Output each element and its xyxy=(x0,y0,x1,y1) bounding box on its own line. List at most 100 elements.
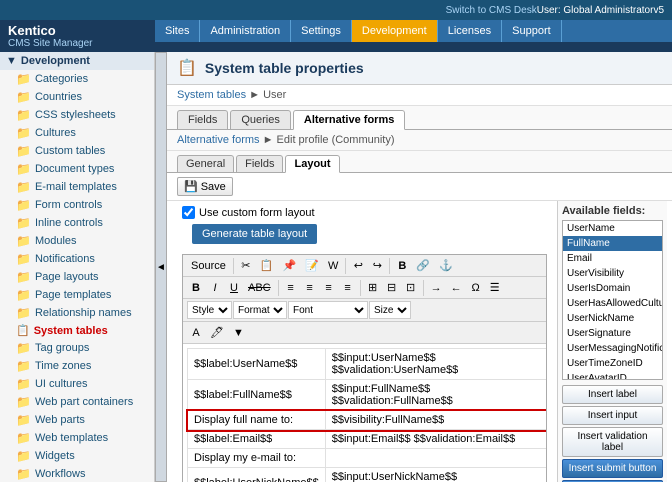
field-item-usertimezone[interactable]: UserTimeZoneID xyxy=(563,356,662,371)
subtab-general[interactable]: General xyxy=(177,155,234,172)
nav-licenses[interactable]: Licenses xyxy=(438,20,502,42)
bg-color-btn[interactable]: 🖊 xyxy=(206,324,228,341)
field-item-useravatarid[interactable]: UserAvatarID xyxy=(563,371,662,380)
insert-validation-button[interactable]: Insert validation label xyxy=(562,427,663,457)
paste-button[interactable]: 📌 xyxy=(279,257,301,274)
field-list[interactable]: UserName FullName Email UserVisibility U… xyxy=(562,220,663,380)
font-select[interactable]: Font xyxy=(288,301,368,319)
sidebar-item-custom-tables[interactable]: 📁Custom tables xyxy=(0,142,154,160)
nav-development[interactable]: Development xyxy=(352,20,438,42)
paste-text-button[interactable]: 📝 xyxy=(301,257,323,274)
sidebar-item-countries[interactable]: 📁Countries xyxy=(0,88,154,106)
sub-breadcrumb-root-link[interactable]: Alternative forms xyxy=(177,134,260,146)
sidebar-item-email-templates[interactable]: 📁E-mail templates xyxy=(0,178,154,196)
justify-btn[interactable]: ≡ xyxy=(339,280,357,296)
folder-icon: 📁 xyxy=(16,413,31,427)
tab-queries[interactable]: Queries xyxy=(230,110,291,129)
undo-button[interactable]: ↩ xyxy=(349,257,367,274)
sidebar-item-web-templates[interactable]: 📁Web templates xyxy=(0,429,154,447)
copy-button[interactable]: 📋 xyxy=(256,257,278,274)
italic-btn[interactable]: I xyxy=(206,280,224,296)
strikethrough-btn[interactable]: ABC xyxy=(244,280,275,296)
underline-btn[interactable]: U xyxy=(225,280,243,296)
nav-administration[interactable]: Administration xyxy=(200,20,291,42)
bold-btn[interactable]: B xyxy=(187,280,205,296)
insert-visibility-button[interactable]: Insert visibility control xyxy=(562,480,663,482)
sidebar-item-workflows[interactable]: 📁Workflows xyxy=(0,465,154,482)
sidebar-item-page-layouts[interactable]: 📁Page layouts xyxy=(0,268,154,286)
editor-toolbar-row4: A 🖊 ▼ xyxy=(183,322,546,344)
sidebar-item-document-types[interactable]: 📁Document types xyxy=(0,160,154,178)
sidebar-item-system-tables[interactable]: 📋System tables xyxy=(0,322,154,339)
insert-icon-btn[interactable]: ☰ xyxy=(486,279,504,296)
subtab-fields[interactable]: Fields xyxy=(236,155,283,172)
tab-alternative-forms[interactable]: Alternative forms xyxy=(293,110,405,130)
save-button[interactable]: 💾 Save xyxy=(177,177,233,196)
paste-word-button[interactable]: W xyxy=(324,258,342,274)
sidebar-item-inline-controls[interactable]: 📁Inline controls xyxy=(0,214,154,232)
sidebar-item-ui-cultures[interactable]: 📁UI cultures xyxy=(0,375,154,393)
special-char-btn[interactable]: Ω xyxy=(467,280,485,296)
collapse-sidebar-button[interactable]: ◄ xyxy=(155,52,167,482)
sidebar-item-tag-groups[interactable]: 📁Tag groups xyxy=(0,339,154,357)
field-item-usersignature[interactable]: UserSignature xyxy=(563,326,662,341)
nav-sites[interactable]: Sites xyxy=(155,20,200,42)
custom-layout-checkbox[interactable] xyxy=(182,206,195,219)
editor-content-area[interactable]: $$label:UserName$$ $$input:UserName$$$$v… xyxy=(183,344,546,482)
sidebar-item-web-parts[interactable]: 📁Web parts xyxy=(0,411,154,429)
custom-layout-label[interactable]: Use custom form layout xyxy=(182,206,547,219)
link-button[interactable]: 🔗 xyxy=(412,257,434,274)
sidebar-item-page-templates[interactable]: 📁Page templates xyxy=(0,286,154,304)
table-row-btn[interactable]: ⊟ xyxy=(383,279,401,296)
nav-support[interactable]: Support xyxy=(502,20,562,42)
insert-label-button[interactable]: Insert label xyxy=(562,385,663,404)
sidebar-item-form-controls[interactable]: 📁Form controls xyxy=(0,196,154,214)
redo-button[interactable]: ↪ xyxy=(368,257,386,274)
sidebar-item-css[interactable]: 📁CSS stylesheets xyxy=(0,106,154,124)
sidebar-item-time-zones[interactable]: 📁Time zones xyxy=(0,357,154,375)
field-item-usernickname[interactable]: UserNickName xyxy=(563,311,662,326)
sep1 xyxy=(233,258,234,274)
table-col-btn[interactable]: ⊡ xyxy=(402,279,420,296)
table-insert-btn[interactable]: ⊞ xyxy=(364,279,382,296)
sidebar-item-widgets[interactable]: 📁Widgets xyxy=(0,447,154,465)
subtab-layout[interactable]: Layout xyxy=(285,155,339,173)
format-select[interactable]: Format xyxy=(233,301,287,319)
sep3 xyxy=(389,258,390,274)
sidebar-item-modules[interactable]: 📁Modules xyxy=(0,232,154,250)
more-btn[interactable]: ▼ xyxy=(229,325,248,341)
sidebar-item-cultures[interactable]: 📁Cultures xyxy=(0,124,154,142)
outdent-btn[interactable]: ← xyxy=(447,280,466,296)
anchor-button[interactable]: ⚓ xyxy=(435,257,457,274)
breadcrumb-root-link[interactable]: System tables xyxy=(177,89,246,101)
sidebar-item-webpart-containers[interactable]: 📁Web part containers xyxy=(0,393,154,411)
field-item-uservisibility[interactable]: UserVisibility xyxy=(563,266,662,281)
source-button[interactable]: Source xyxy=(187,258,230,274)
logo-name: Kentico xyxy=(8,23,92,38)
tab-fields[interactable]: Fields xyxy=(177,110,228,129)
nav-settings[interactable]: Settings xyxy=(291,20,352,42)
text-color-btn[interactable]: A xyxy=(187,325,205,341)
align-right-btn[interactable]: ≡ xyxy=(320,280,338,296)
cut-button[interactable]: ✂ xyxy=(237,257,255,274)
field-item-userisdomain[interactable]: UserIsDomain xyxy=(563,281,662,296)
field-item-email[interactable]: Email xyxy=(563,251,662,266)
align-center-btn[interactable]: ≡ xyxy=(301,280,319,296)
align-left-btn[interactable]: ≡ xyxy=(282,280,300,296)
bold-button2[interactable]: B xyxy=(393,258,411,274)
switch-cms-desk-link[interactable]: Switch to CMS Desk xyxy=(446,5,537,16)
field-item-fullname[interactable]: FullName xyxy=(563,236,662,251)
generate-table-layout-button[interactable]: Generate table layout xyxy=(192,224,317,244)
field-item-username[interactable]: UserName xyxy=(563,221,662,236)
indent-btn[interactable]: → xyxy=(427,280,446,296)
sidebar-item-categories[interactable]: 📁Categories xyxy=(0,70,154,88)
sidebar-item-relationship-names[interactable]: 📁Relationship names xyxy=(0,304,154,322)
insert-input-button[interactable]: Insert input xyxy=(562,406,663,425)
size-select[interactable]: Size xyxy=(369,301,411,319)
style-select[interactable]: Style xyxy=(187,301,232,319)
insert-submit-button[interactable]: Insert submit button xyxy=(562,459,663,478)
sidebar-item-notifications[interactable]: 📁Notifications xyxy=(0,250,154,268)
field-item-usermessaging[interactable]: UserMessagingNotificat... xyxy=(563,341,662,356)
field-item-userhasallowedculture[interactable]: UserHasAllowedCulture xyxy=(563,296,662,311)
page-title-icon: 📋 xyxy=(177,58,197,78)
